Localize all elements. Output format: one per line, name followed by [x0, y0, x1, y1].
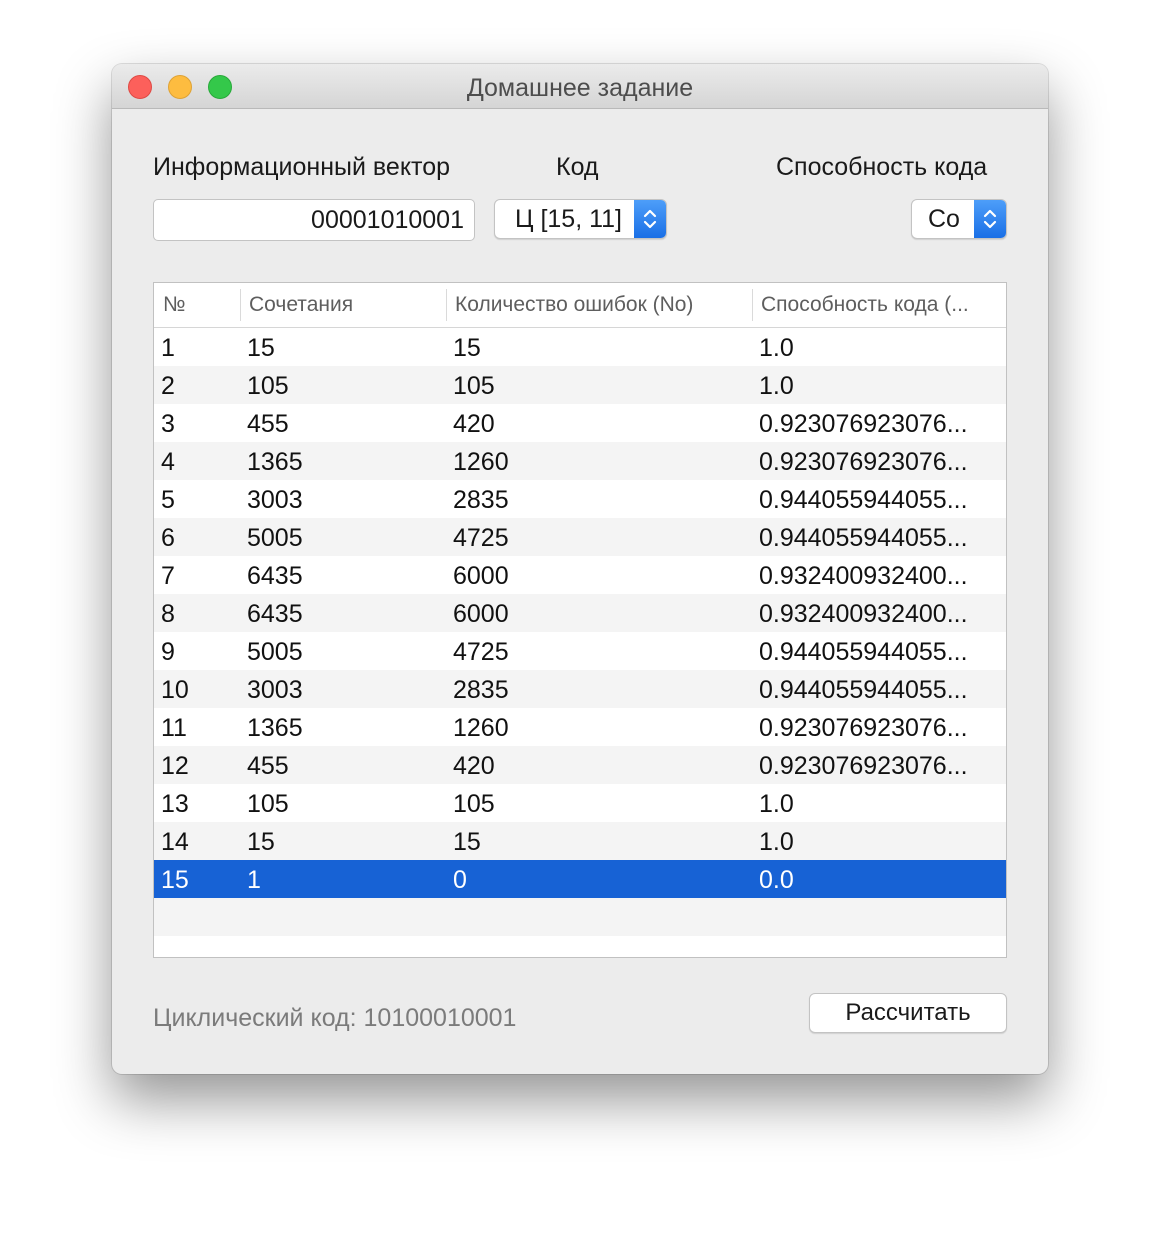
column-header-number[interactable]: № — [154, 283, 240, 327]
cell-ability: 0.923076923076... — [759, 448, 968, 476]
cell-ability: 0.0 — [759, 866, 794, 894]
cell-ability: 0.944055944055... — [759, 638, 968, 666]
cell-errors: 15 — [453, 828, 481, 856]
ability-label: Способность кода — [776, 153, 988, 181]
cell-errors: 1260 — [453, 714, 509, 742]
cell-combinations: 3003 — [247, 676, 303, 704]
table-row[interactable]: 9 5005 4725 0.944055944055... — [154, 632, 1006, 670]
column-header-combinations[interactable]: Сочетания — [240, 283, 446, 327]
table-row[interactable]: 5 3003 2835 0.944055944055... — [154, 480, 1006, 518]
title-bar[interactable]: Домашнее задание — [112, 64, 1048, 109]
app-window: Домашнее задание Информационный вектор К… — [112, 64, 1048, 1074]
calculate-button[interactable]: Рассчитать — [809, 993, 1007, 1033]
cell-errors: 420 — [453, 410, 495, 438]
cell-ability: 1.0 — [759, 334, 794, 362]
cyclic-code-text: Циклический код: 10100010001 — [153, 1004, 517, 1032]
cell-combinations: 6435 — [247, 600, 303, 628]
cell-number: 4 — [161, 448, 175, 476]
cell-combinations: 455 — [247, 410, 289, 438]
table-row[interactable]: 8 6435 6000 0.932400932400... — [154, 594, 1006, 632]
table-row[interactable]: 12 455 420 0.923076923076... — [154, 746, 1006, 784]
ability-select[interactable]: Co — [911, 199, 1007, 239]
cell-number: 15 — [161, 866, 189, 894]
cell-errors: 2835 — [453, 676, 509, 704]
cell-errors: 2835 — [453, 486, 509, 514]
cell-ability: 1.0 — [759, 828, 794, 856]
cell-number: 2 — [161, 372, 175, 400]
cell-combinations: 6435 — [247, 562, 303, 590]
cell-ability: 1.0 — [759, 790, 794, 818]
cell-errors: 105 — [453, 790, 495, 818]
table-row[interactable]: 2 105 105 1.0 — [154, 366, 1006, 404]
column-header-errors[interactable]: Количество ошибок (No) — [446, 283, 752, 327]
cell-number: 3 — [161, 410, 175, 438]
cell-combinations: 3003 — [247, 486, 303, 514]
ability-select-value: Co — [928, 205, 960, 233]
vector-label: Информационный вектор — [153, 153, 451, 181]
cell-combinations: 5005 — [247, 524, 303, 552]
table-body: 1 15 15 1.0 2 105 105 1.0 3 455 420 0.923076923076.… — [154, 328, 1006, 957]
cell-number: 7 — [161, 562, 175, 590]
code-select[interactable]: Ц [15, 11] — [494, 199, 667, 239]
cell-combinations: 5005 — [247, 638, 303, 666]
table-row[interactable]: 14 15 15 1.0 — [154, 822, 1006, 860]
cell-errors: 420 — [453, 752, 495, 780]
cell-combinations: 1 — [247, 866, 261, 894]
cell-combinations: 15 — [247, 828, 275, 856]
cell-errors: 6000 — [453, 562, 509, 590]
cell-combinations: 15 — [247, 334, 275, 362]
table-row[interactable]: 6 5005 4725 0.944055944055... — [154, 518, 1006, 556]
cell-ability: 0.923076923076... — [759, 752, 968, 780]
cell-number: 8 — [161, 600, 175, 628]
cell-number: 13 — [161, 790, 189, 818]
window-title: Домашнее задание — [466, 74, 694, 102]
cell-ability: 0.944055944055... — [759, 524, 968, 552]
code-select-value: Ц [15, 11] — [515, 205, 622, 233]
table-row[interactable]: 15 1 0 0.0 — [154, 860, 1006, 898]
cell-errors: 4725 — [453, 638, 509, 666]
table-row[interactable]: 4 1365 1260 0.923076923076... — [154, 442, 1006, 480]
cell-ability: 0.944055944055... — [759, 676, 968, 704]
cell-ability: 0.923076923076... — [759, 714, 968, 742]
table-row[interactable]: 10 3003 2835 0.944055944055... — [154, 670, 1006, 708]
cell-combinations: 105 — [247, 790, 289, 818]
up-down-chevron-icon — [634, 200, 666, 238]
column-header-ability[interactable]: Способность кода (... — [752, 283, 1006, 327]
cell-number: 12 — [161, 752, 189, 780]
vector-input[interactable]: 00001010001 — [153, 199, 475, 241]
cell-number: 5 — [161, 486, 175, 514]
cell-combinations: 1365 — [247, 448, 303, 476]
cell-number: 9 — [161, 638, 175, 666]
table-row[interactable]: 11 1365 1260 0.923076923076... — [154, 708, 1006, 746]
table-row[interactable]: 13 105 105 1.0 — [154, 784, 1006, 822]
cell-number: 11 — [161, 714, 187, 742]
cell-ability: 0.932400932400... — [759, 562, 968, 590]
cell-ability: 0.944055944055... — [759, 486, 968, 514]
cell-combinations: 1365 — [247, 714, 303, 742]
cell-number: 10 — [161, 676, 189, 704]
cell-number: 6 — [161, 524, 175, 552]
table-header: № Сочетания Количество ошибок (No) Спосо… — [154, 283, 1006, 328]
table-row-empty — [154, 936, 1006, 957]
cell-combinations: 455 — [247, 752, 289, 780]
cell-ability: 0.932400932400... — [759, 600, 968, 628]
cell-errors: 15 — [453, 334, 481, 362]
table-row[interactable]: 7 6435 6000 0.932400932400... — [154, 556, 1006, 594]
table-row[interactable]: 3 455 420 0.923076923076... — [154, 404, 1006, 442]
cell-errors: 0 — [453, 866, 467, 894]
up-down-chevron-icon — [974, 200, 1006, 238]
cell-ability: 0.923076923076... — [759, 410, 968, 438]
cell-errors: 1260 — [453, 448, 509, 476]
results-table[interactable]: № Сочетания Количество ошибок (No) Спосо… — [153, 282, 1007, 958]
cell-combinations: 105 — [247, 372, 289, 400]
cell-errors: 4725 — [453, 524, 509, 552]
cell-number: 14 — [161, 828, 189, 856]
cell-number: 1 — [161, 334, 175, 362]
cell-ability: 1.0 — [759, 372, 794, 400]
table-row[interactable]: 1 15 15 1.0 — [154, 328, 1006, 366]
cell-errors: 6000 — [453, 600, 509, 628]
code-label: Код — [556, 153, 599, 181]
table-row-empty — [154, 898, 1006, 936]
cell-errors: 105 — [453, 372, 495, 400]
